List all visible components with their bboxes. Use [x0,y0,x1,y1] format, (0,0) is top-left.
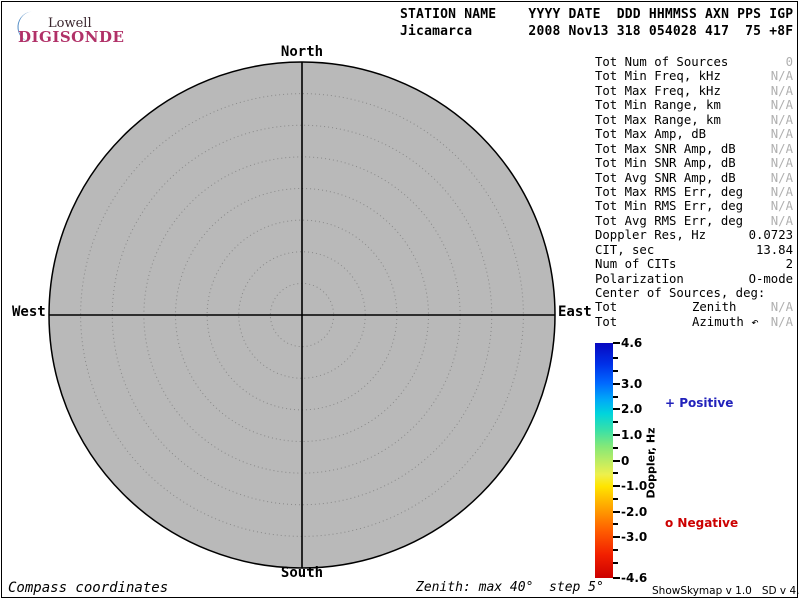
stat-value: N/A [771,199,793,213]
stat-row: Tot Max Freq, kHz N/A [595,84,795,98]
colorbar-gradient [595,343,613,578]
stats-table: Tot Num of Sources0Tot Min Freq, kHzN/AT… [595,55,795,329]
stat-row: Tot Min Range, km N/A [595,98,795,112]
stat-value: N/A [771,300,793,314]
stat-value: 0.0723 [749,228,793,242]
stat-label: Tot Max RMS Err, deg [595,185,743,199]
stat-label: CIT, sec [595,243,654,257]
stat-label: Tot Avg SNR Amp, dB [595,171,736,185]
legend-positive: + Positive [665,396,733,410]
stat-row: Tot Avg RMS Err, deg N/A [595,214,795,228]
stat-row: Tot Min RMS Err, deg N/A [595,199,795,213]
stat-row: Tot Min Freq, kHz N/A [595,69,795,83]
stat-value: N/A [771,84,793,98]
stat-label: Tot [595,315,617,329]
stat-label: Polarization [595,272,684,286]
stat-value: 2 [786,257,793,271]
stat-value: 13.84 [756,243,793,257]
stat-row: Tot Max SNR Amp, dB N/A [595,142,795,156]
stat-row: Tot Num of Sources 0 [595,55,795,69]
stat-value: N/A [771,113,793,127]
colorbar-axis-label: Doppler, Hz [645,427,658,498]
stat-label: Tot Max SNR Amp, dB [595,142,736,156]
stat-label: Tot Max Range, km [595,113,721,127]
stat-row: Tot Max Amp, dB N/A [595,127,795,141]
stat-label: Tot Min SNR Amp, dB [595,156,736,170]
stat-value: N/A [771,315,793,329]
stat-row: Tot Avg SNR Amp, dB N/A [595,171,795,185]
stat-label: Tot Max Freq, kHz [595,84,721,98]
stat-label: Tot Avg RMS Err, deg [595,214,743,228]
stat-sublabel: Zenith [692,300,736,314]
stat-row: Polarization O-mode [595,272,795,286]
stat-row: Tot Min SNR Amp, dB N/A [595,156,795,170]
compass-label-south: South [281,565,323,581]
stat-label: Center of Sources, deg: [595,286,765,300]
stat-label: Doppler Res, Hz [595,228,706,242]
stat-value: N/A [771,214,793,228]
stat-value: N/A [771,171,793,185]
footer-coordinates: Compass coordinates [8,580,168,596]
stat-value: N/A [771,142,793,156]
stat-label: Tot [595,300,617,314]
stat-value: N/A [771,156,793,170]
stat-label: Tot Min Freq, kHz [595,69,721,83]
stat-value: N/A [771,127,793,141]
skymap-app: Lowell DIGISONDE STATION NAME YYYY DATE … [0,0,800,600]
stat-row: Tot Max Range, km N/A [595,113,795,127]
stat-row: Tot Zenith N/A [595,300,795,314]
stat-value: 0 [786,55,793,69]
compass-label-north: North [281,44,323,60]
stat-value: N/A [771,98,793,112]
stat-sublabel: Azimuth ↶ [692,315,759,329]
stat-row: Tot Azimuth ↶ N/A [595,315,795,329]
footer-zenith-info: Zenith: max 40° step 5° [416,580,604,595]
stat-value: N/A [771,185,793,199]
stat-row: Doppler Res, Hz 0.0723 [595,228,795,242]
stat-row: CIT, sec 13.84 [595,243,795,257]
stat-value: N/A [771,69,793,83]
stat-row: Num of CITs 2 [595,257,795,271]
stat-label: Num of CITs [595,257,676,271]
stat-label: Tot Min RMS Err, deg [595,199,743,213]
stat-row: Center of Sources, deg: [595,286,795,300]
stat-label: Tot Max Amp, dB [595,127,706,141]
stat-label: Tot Num of Sources [595,55,728,69]
compass-label-east: East [558,304,592,320]
stat-label: Tot Min Range, km [595,98,721,112]
legend-negative: o Negative [665,516,738,530]
stat-value: O-mode [749,272,793,286]
compass-label-west: West [12,304,46,320]
stat-row: Tot Max RMS Err, deg N/A [595,185,795,199]
footer-version: ShowSkymap v 1.0 SD v 4.2 [652,585,800,597]
